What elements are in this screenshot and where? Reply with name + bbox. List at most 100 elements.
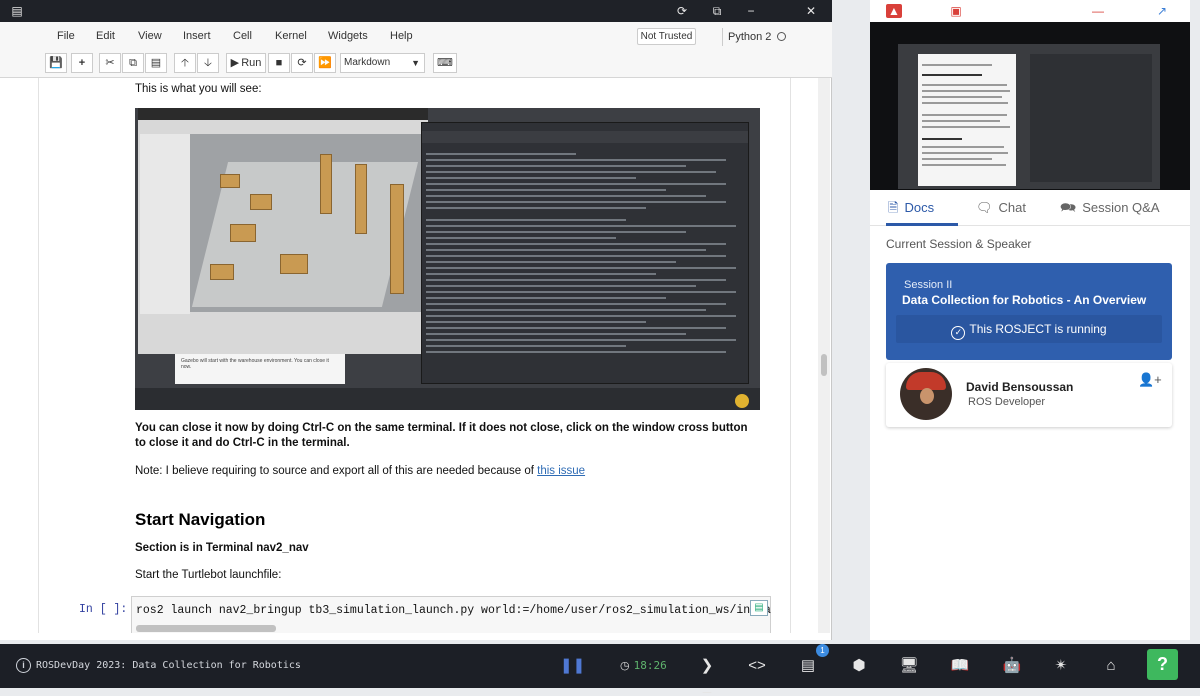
run-button[interactable]: ▶ Run bbox=[226, 53, 266, 73]
tab-session-qa[interactable]: 🗪 Session Q&A bbox=[1060, 190, 1180, 226]
kernel-divider bbox=[722, 28, 723, 46]
run-all-button[interactable]: ⏩ bbox=[314, 53, 336, 73]
trust-button[interactable]: Not Trusted bbox=[637, 28, 696, 45]
shared-terminal bbox=[1030, 54, 1152, 182]
gazebo-titlebar bbox=[138, 108, 428, 120]
chevron-down-icon: ▼ bbox=[411, 58, 420, 68]
tab-chat[interactable]: 🗨 Chat bbox=[976, 190, 1046, 226]
terminal-line bbox=[426, 201, 726, 203]
notebook-tool-icon[interactable]: ▤ bbox=[798, 656, 818, 676]
terminal-line bbox=[426, 231, 686, 233]
doc-line bbox=[922, 158, 992, 160]
paste-icon: ▤ bbox=[150, 57, 162, 69]
code-scrollbar[interactable] bbox=[136, 625, 276, 632]
help-button[interactable]: ? bbox=[1147, 649, 1178, 680]
doc-line bbox=[922, 114, 1007, 116]
terminal-line bbox=[426, 165, 686, 167]
warehouse-shelf bbox=[390, 184, 404, 294]
external-link-icon[interactable]: ↗ bbox=[1154, 4, 1170, 18]
clipboard-icon: ▤ bbox=[754, 602, 764, 613]
docs-icon: 🗎 bbox=[888, 200, 899, 215]
command-palette-button[interactable]: ⌨ bbox=[433, 53, 457, 73]
doc-line bbox=[922, 96, 1002, 98]
terminal-tabs bbox=[422, 131, 748, 143]
menu-edit[interactable]: Edit bbox=[96, 30, 115, 42]
gazebo-window-image bbox=[138, 108, 428, 354]
step-forward-icon: ▶ bbox=[230, 57, 242, 69]
ros-logo-icon[interactable]: ▲ bbox=[886, 4, 902, 18]
notebook-scrollbar[interactable] bbox=[818, 78, 830, 633]
copy-button[interactable]: ⧉ bbox=[122, 53, 144, 73]
timer-value: 18:26 bbox=[633, 659, 667, 672]
menu-view[interactable]: View bbox=[138, 30, 162, 42]
menu-insert[interactable]: Insert bbox=[183, 30, 211, 42]
refresh-icon[interactable]: ⟳ bbox=[675, 4, 689, 18]
minimize-icon[interactable]: − bbox=[744, 4, 758, 18]
menu-cell[interactable]: Cell bbox=[233, 30, 252, 42]
menu-file[interactable]: File bbox=[57, 30, 75, 42]
terminal-line bbox=[426, 321, 646, 323]
menu-kernel[interactable]: Kernel bbox=[275, 30, 307, 42]
terminal-line bbox=[426, 195, 706, 197]
session-status: ✓ This ROSJECT is running bbox=[896, 315, 1162, 343]
info-icon[interactable]: i bbox=[16, 658, 31, 673]
scrollbar-thumb[interactable] bbox=[821, 354, 827, 376]
cell-type-select[interactable]: Markdown ▼ bbox=[340, 53, 425, 73]
terminal-line bbox=[426, 345, 626, 347]
minus-icon[interactable]: — bbox=[1090, 4, 1106, 18]
window-titlebar: ▤ ⟳ ⧉ − ✕ bbox=[0, 0, 832, 22]
doc-line bbox=[922, 126, 1010, 128]
run-label: Run bbox=[241, 57, 262, 69]
code-cell[interactable]: ros2 launch nav2_bringup tb3_simulation_… bbox=[131, 596, 771, 633]
terminal-line bbox=[426, 291, 736, 293]
book-icon[interactable]: 📖 bbox=[950, 656, 970, 676]
close-icon[interactable]: ✕ bbox=[804, 4, 818, 18]
terminal-icon[interactable]: ❯_ bbox=[697, 656, 717, 694]
add-person-icon[interactable]: 👤+ bbox=[1138, 372, 1162, 388]
paste-button[interactable]: ▤ bbox=[145, 53, 167, 73]
code-text[interactable]: ros2 launch nav2_bringup tb3_simulation_… bbox=[136, 604, 771, 617]
terminal-line bbox=[426, 255, 726, 257]
gazebo-scene bbox=[190, 134, 426, 312]
keyboard-icon: ⌨ bbox=[437, 57, 453, 69]
restart-button[interactable]: ⟳ bbox=[291, 53, 313, 73]
menu-widgets[interactable]: Widgets bbox=[328, 30, 368, 42]
interrupt-button[interactable]: ■ bbox=[268, 53, 290, 73]
move-up-button[interactable]: 🡡 bbox=[174, 53, 196, 73]
terminal-line bbox=[426, 249, 706, 251]
check-circle-icon: ✓ bbox=[951, 326, 966, 340]
doc-line bbox=[922, 64, 992, 66]
doc-line bbox=[922, 102, 1008, 104]
openai-icon[interactable]: ✴ bbox=[1051, 656, 1071, 676]
graphical-tools-icon[interactable]: 🖥 bbox=[899, 656, 919, 676]
code-editor-icon[interactable]: <> bbox=[747, 656, 767, 676]
terminal-line bbox=[426, 219, 626, 221]
pause-icon[interactable]: ❚❚ bbox=[560, 656, 585, 676]
copy-code-button[interactable]: ▤ bbox=[750, 600, 768, 616]
note-text: Note: I believe requiring to source and … bbox=[135, 464, 585, 479]
terminal-line bbox=[426, 327, 726, 329]
simulation-icon[interactable]: ⬢ bbox=[849, 656, 869, 676]
issue-link[interactable]: this issue bbox=[537, 465, 585, 477]
tab-chat-label: Chat bbox=[998, 200, 1026, 215]
notebook-icon[interactable]: ▤ bbox=[10, 4, 24, 18]
home-icon[interactable]: ⌂ bbox=[1101, 656, 1121, 676]
menu-help[interactable]: Help bbox=[390, 30, 413, 42]
avatar-face bbox=[920, 388, 934, 404]
restore-icon[interactable]: ⧉ bbox=[710, 4, 724, 18]
tab-session-qa-label: Session Q&A bbox=[1082, 200, 1160, 215]
scissors-icon: ✂ bbox=[105, 57, 115, 69]
video-stream[interactable]: 1080p bbox=[870, 22, 1190, 213]
move-down-button[interactable]: 🡣 bbox=[197, 53, 219, 73]
terminal-line bbox=[426, 177, 636, 179]
cut-button[interactable]: ✂ bbox=[99, 53, 121, 73]
arrow-down-icon: 🡣 bbox=[204, 57, 212, 69]
section-heading: Start Navigation bbox=[135, 510, 266, 529]
camera-off-icon[interactable]: ▣ bbox=[948, 4, 964, 18]
menu-bar: File Edit View Insert Cell Kernel Widget… bbox=[0, 22, 832, 50]
tab-docs[interactable]: 🗎 Docs bbox=[886, 190, 958, 226]
save-button[interactable]: 💾 bbox=[45, 53, 67, 73]
insert-cell-button[interactable]: + bbox=[71, 53, 93, 73]
robot-icon[interactable]: 🤖 bbox=[1002, 656, 1022, 676]
terminal-line bbox=[426, 243, 726, 245]
